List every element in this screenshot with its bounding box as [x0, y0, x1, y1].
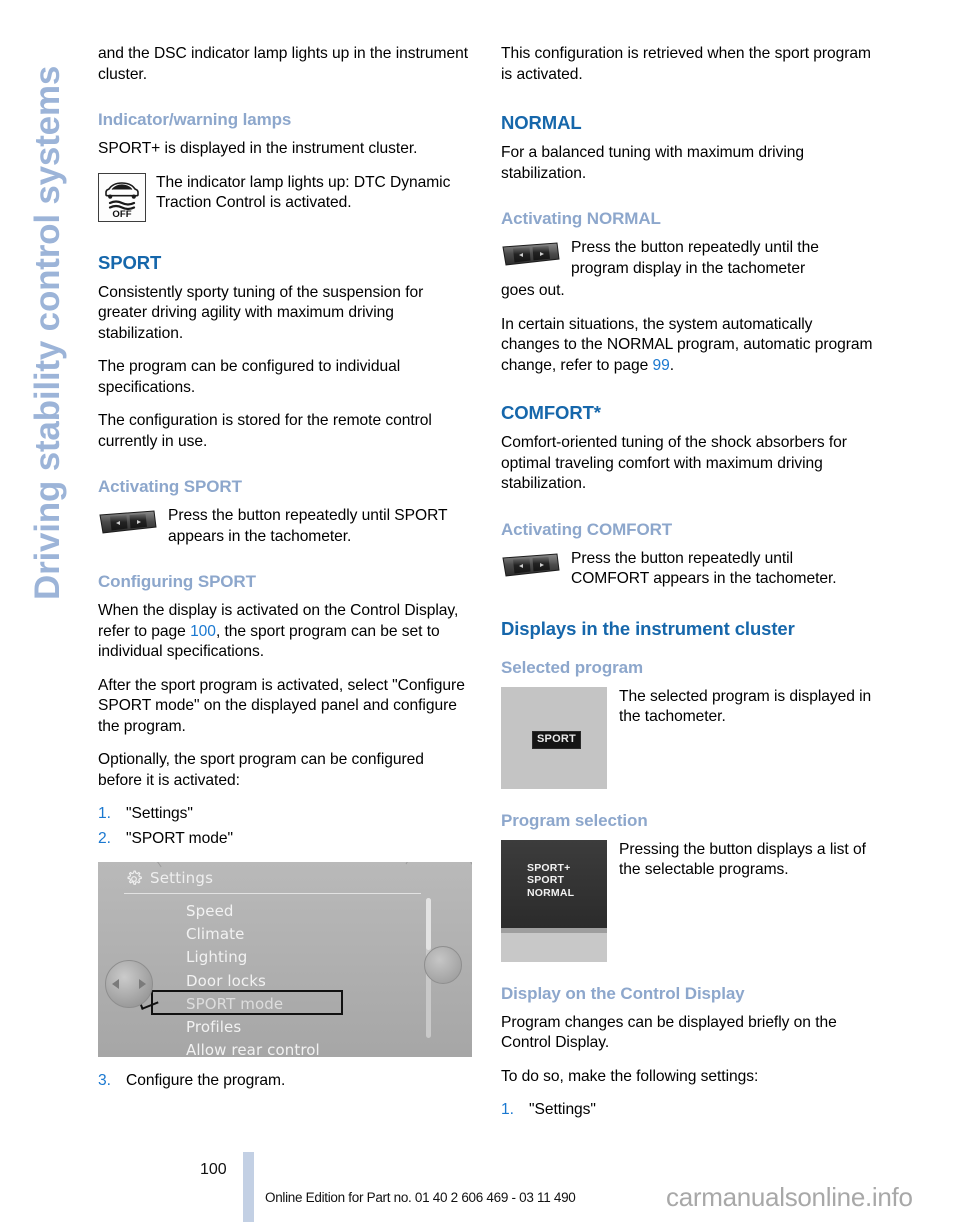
activating-comfort-block: Press the button repeatedly until COMFOR… [501, 549, 875, 590]
heading-activating-normal: Activating NORMAL [501, 209, 661, 228]
idrive-selection-highlight [151, 990, 343, 1015]
heading-sport: SPORT [98, 251, 162, 273]
heading-displays-instrument-cluster: Displays in the instrument cluster [501, 617, 795, 639]
configuring-steps-list: 1. "Settings" 2. "SPORT mode" [98, 804, 472, 849]
tachometer-sport-display-image: SPORT [501, 686, 607, 789]
control-display-paragraph-1: Program changes can be displayed briefly… [501, 1013, 837, 1052]
indicator-lamp-caption: The indicator lamp lights up: DTC Dynami… [156, 173, 451, 212]
decorative-arc-left-inner [98, 862, 186, 1057]
program-selection-list-image: SPORT+ SPORT NORMAL [501, 839, 607, 962]
control-display-paragraph-2: To do so, make the following settings: [501, 1067, 759, 1085]
program-list-options: SPORT+ SPORT NORMAL [527, 862, 574, 900]
idrive-options-button[interactable] [424, 946, 462, 984]
right-column: This configuration is retrieved when the… [501, 44, 875, 1134]
list-item: 1. "Settings" [98, 804, 472, 825]
sport-paragraph-1: Consistently sporty tuning of the suspen… [98, 283, 424, 342]
idrive-settings-screenshot: Settings Speed Climate Lighting Door loc… [98, 862, 472, 1057]
idrive-menu-item-speed[interactable]: Speed [186, 900, 426, 923]
idrive-controller-knob[interactable] [105, 960, 153, 1008]
activating-sport-block: Press the button repeatedly until SPORT … [98, 506, 472, 547]
heading-comfort: COMFORT* [501, 402, 601, 423]
intro-paragraph: and the DSC indicator lamp lights up in … [98, 45, 469, 83]
watermark: carmanualsonline.info [666, 1182, 913, 1212]
program-option-sport-plus: SPORT+ [527, 861, 571, 874]
edition-text: Online Edition for Part no. 01 40 2 606 … [265, 1190, 576, 1205]
step-text: "SPORT mode" [126, 829, 233, 847]
program-option-sport: SPORT [527, 874, 565, 886]
activating-normal-caption: Press the button repeatedly until the pr… [571, 239, 819, 277]
normal-paragraph-2: In certain situations, the system automa… [501, 315, 875, 377]
idrive-menu-item-allow-rear-control[interactable]: Allow rear control [186, 1039, 426, 1057]
activating-normal-tail: goes out. [501, 282, 565, 299]
chevron-right-icon [139, 979, 146, 989]
idrive-menu-list: Speed Climate Lighting Door locks SPORT … [186, 900, 426, 1057]
heading-indicator-warning-lamps: Indicator/warning lamps [98, 110, 292, 129]
program-list-light-area [501, 932, 607, 962]
sport-paragraph-2: The program can be configured to individ… [98, 358, 401, 396]
heading-activating-comfort: Activating COMFORT [501, 519, 673, 539]
program-option-normal: NORMAL [527, 886, 575, 899]
car-skid-off-icon: OFF [105, 181, 139, 218]
activating-normal-block: Press the button repeatedly until the pr… [501, 238, 875, 279]
heading-configuring-sport: Configuring SPORT [98, 572, 256, 591]
configuring-paragraph-2: After the sport program is activated, se… [98, 676, 465, 735]
idrive-divider [124, 893, 421, 894]
selected-program-caption: The selected program is displayed in the… [619, 687, 872, 726]
chapter-title: Driving stability control systems [28, 65, 67, 600]
program-selection-block: SPORT+ SPORT NORMAL Pressing the button … [501, 839, 875, 962]
idrive-title: Settings [150, 869, 214, 887]
list-item: 1. "Settings" [501, 1100, 875, 1121]
sport-badge: SPORT [532, 730, 581, 749]
step-number: 1. [98, 805, 111, 822]
step-text: "Settings" [529, 1101, 596, 1118]
step-number: 1. [501, 1101, 514, 1118]
list-item: 3. Configure the program. [98, 1071, 472, 1092]
indicator-lamp-block: OFF The indicator lamp lights up: DTC Dy… [98, 172, 472, 222]
idrive-menu-item-climate[interactable]: Climate [186, 923, 426, 946]
heading-normal: NORMAL [501, 112, 582, 133]
normal-paragraph-1: For a balanced tuning with maximum drivi… [501, 144, 804, 182]
heading-activating-sport: Activating SPORT [98, 477, 242, 496]
lamp-off-label: OFF [112, 209, 131, 218]
selected-program-block: SPORT The selected program is displayed … [501, 686, 875, 789]
left-column: and the DSC indicator lamp lights up in … [98, 44, 472, 1105]
rocker-switch-icon [502, 242, 560, 266]
footer-accent-bar [243, 1152, 254, 1222]
step-text: "Settings" [126, 805, 193, 822]
sport-paragraph-3: The configuration is stored for the remo… [98, 412, 432, 450]
right-intro-paragraph: This configuration is retrieved when the… [501, 45, 871, 83]
idrive-scrollbar-thumb[interactable] [426, 898, 431, 950]
configuring-paragraph-3: Optionally, the sport program can be con… [98, 751, 424, 789]
chapter-side-tab: Driving stability control systems [0, 0, 96, 1140]
heading-selected-program: Selected program [501, 657, 644, 677]
step-text: Configure the program. [126, 1072, 286, 1089]
rocker-switch-icon [502, 552, 560, 577]
indicator-paragraph: SPORT+ is displayed in the instrument cl… [98, 140, 418, 157]
configuring-steps-list-continued: 3. Configure the program. [98, 1071, 472, 1092]
step-number: 2. [98, 829, 111, 847]
activating-sport-caption: Press the button repeatedly until SPORT … [168, 507, 448, 545]
program-selection-caption: Pressing the button displays a list of t… [619, 840, 866, 879]
heading-display-control-display: Display on the Control Display [501, 983, 745, 1003]
chevron-left-icon [112, 979, 119, 989]
normal-p2-before: In certain situations, the system automa… [501, 315, 873, 374]
page-reference-99[interactable]: 99 [652, 357, 669, 374]
activating-comfort-caption: Press the button repeatedly until COMFOR… [571, 549, 837, 588]
configuring-paragraph-1: When the display is activated on the Con… [98, 601, 472, 663]
dtc-off-indicator-lamp-icon: OFF [98, 172, 146, 222]
control-display-steps-list: 1. "Settings" [501, 1100, 875, 1121]
normal-p2-after: . [669, 356, 675, 374]
step-number: 3. [98, 1072, 111, 1089]
page-number: 100 [200, 1161, 227, 1178]
idrive-menu-item-lighting[interactable]: Lighting [186, 946, 426, 969]
page-reference-100[interactable]: 100 [190, 623, 216, 640]
list-item: 2. "SPORT mode" [98, 829, 472, 850]
idrive-menu-item-profiles[interactable]: Profiles [186, 1016, 426, 1039]
rocker-switch-icon [99, 510, 157, 534]
heading-program-selection: Program selection [501, 810, 648, 830]
gear-icon [127, 870, 142, 885]
comfort-paragraph-1: Comfort-oriented tuning of the shock abs… [501, 434, 847, 492]
